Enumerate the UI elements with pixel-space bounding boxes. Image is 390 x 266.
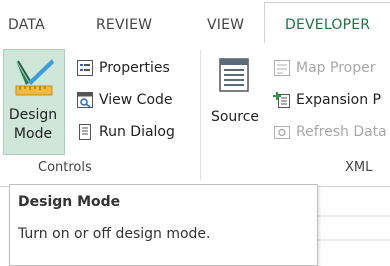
tab-view[interactable]: VIEW: [207, 17, 244, 33]
properties-button[interactable]: Properties: [76, 59, 170, 77]
tooltip-description: Turn on or off design mode.: [18, 226, 211, 242]
design-mode-label-2: Mode: [13, 126, 53, 142]
view-code-button[interactable]: View Code: [76, 91, 173, 109]
view-code-icon: [76, 91, 94, 109]
worksheet-grid: [316, 215, 390, 241]
run-dialog-icon: [76, 123, 94, 141]
run-dialog-label: Run Dialog: [99, 124, 175, 140]
tooltip-title: Design Mode: [18, 194, 121, 210]
refresh-data-label: Refresh Data: [296, 124, 387, 140]
ribbon-tab-bar: DATA REVIEW VIEW DEVELOPER: [0, 0, 390, 45]
tab-developer[interactable]: DEVELOPER: [285, 17, 370, 33]
map-properties-label: Map Proper: [296, 60, 376, 76]
design-mode-icon: [15, 59, 54, 96]
group-separator: [200, 50, 201, 180]
expansion-packs-icon: [273, 91, 291, 109]
source-icon: [219, 58, 249, 92]
refresh-data-button[interactable]: Refresh Data: [273, 123, 387, 141]
properties-icon: [76, 59, 94, 77]
map-properties-icon: [273, 59, 291, 77]
expansion-packs-label: Expansion P: [296, 92, 381, 108]
expansion-packs-button[interactable]: Expansion P: [273, 91, 381, 109]
design-mode-label-1: Design: [8, 107, 58, 123]
properties-label: Properties: [99, 60, 170, 76]
source-label: Source: [210, 109, 260, 125]
view-code-label: View Code: [99, 92, 173, 108]
xml-group-label: XML: [345, 160, 373, 175]
map-properties-button[interactable]: Map Proper: [273, 59, 375, 77]
controls-group-label: Controls: [38, 160, 92, 175]
tab-data[interactable]: DATA: [8, 17, 45, 33]
tab-review[interactable]: REVIEW: [96, 17, 152, 33]
refresh-data-icon: [273, 123, 291, 141]
run-dialog-button[interactable]: Run Dialog: [76, 123, 175, 141]
